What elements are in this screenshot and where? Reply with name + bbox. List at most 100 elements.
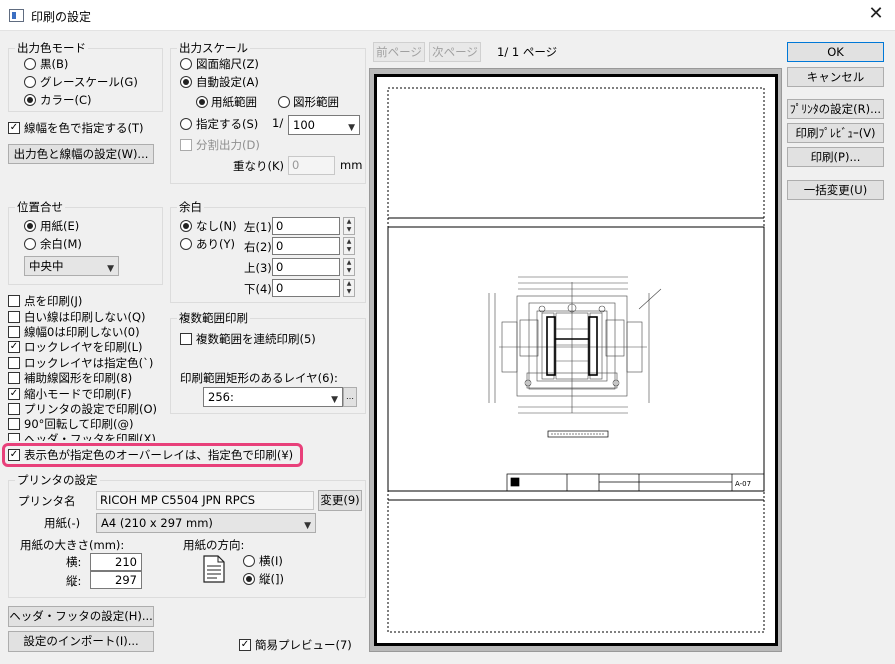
margin-right-spinner[interactable]: ▲ ▼ [343, 237, 355, 255]
printer-settings-print-checkbox[interactable] [8, 403, 20, 415]
page-info: 1/ 1 ページ [497, 45, 558, 59]
portrait-radio[interactable] [243, 573, 255, 585]
margin-bottom-label: 下(4) [244, 282, 272, 296]
margin-top-input[interactable]: 0 [272, 258, 340, 276]
scale-ratio-prefix: 1/ [272, 116, 284, 130]
output-scale-label: 出力スケール [177, 40, 250, 56]
rotate-90-label: 90°回転して印刷(@) [24, 417, 134, 431]
scale-ratio-value: 100 [293, 118, 315, 132]
color-black-radio[interactable] [24, 58, 36, 70]
no-white-lines-label: 白い線は印刷しない(Q) [24, 310, 146, 324]
scale-specify-radio[interactable] [180, 118, 192, 130]
chevron-down-icon: ▼ [107, 264, 114, 274]
color-gray-label: グレースケール(G) [40, 75, 138, 89]
margin-top-spinner[interactable]: ▲ ▼ [343, 258, 355, 276]
position-margin-radio[interactable] [24, 238, 36, 250]
output-color-settings-button[interactable]: 出力色と線幅の設定(W)... [8, 144, 154, 164]
margin-top-label: 上(3) [244, 261, 272, 275]
color-color-radio[interactable] [24, 94, 36, 106]
lock-layer-color-checkbox[interactable] [8, 357, 20, 369]
linewidth-color-label: 線幅を色で指定する(T) [24, 121, 144, 135]
chevron-down-icon: ▼ [331, 395, 338, 405]
preview-page: A-07 [374, 74, 778, 646]
no-zero-width-checkbox[interactable] [8, 326, 20, 338]
import-settings-button[interactable]: 設定のインポート(I)... [8, 631, 154, 652]
lock-layer-color-label: ロックレイヤは指定色(`) [24, 356, 154, 370]
print-points-label: 点を印刷(J) [24, 294, 83, 308]
close-icon[interactable]: ✕ [865, 4, 887, 26]
printer-name-field: RICOH MP C5504 JPN RPCS [96, 491, 314, 510]
paper-range-radio[interactable] [196, 96, 208, 108]
output-color-label: 出力色モード [15, 40, 88, 56]
app-icon [9, 9, 24, 22]
margin-left-spinner[interactable]: ▲ ▼ [343, 217, 355, 235]
change-printer-button[interactable]: 変更(9) [318, 490, 362, 511]
rotate-90-checkbox[interactable] [8, 418, 20, 430]
batch-change-button[interactable]: 一括変更(U) [787, 180, 884, 200]
scale-auto-radio[interactable] [180, 76, 192, 88]
header-footer-settings-button[interactable]: ヘッダ・フッタの設定(H)... [8, 606, 154, 627]
margin-bottom-spinner[interactable]: ▲ ▼ [343, 279, 355, 297]
print-button[interactable]: 印刷(P)... [787, 147, 884, 167]
range-layer-select[interactable]: 256: ▼ [203, 387, 343, 407]
layer-picker-button[interactable]: … [343, 387, 357, 407]
multi-range-label: 複数範囲印刷 [177, 310, 250, 326]
cancel-button[interactable]: キャンセル [787, 67, 884, 87]
linewidth-color-checkbox[interactable]: ✓ [8, 122, 20, 134]
ok-button[interactable]: OK [787, 42, 884, 62]
aux-lines-checkbox[interactable] [8, 372, 20, 384]
paper-value: A4 (210 x 297 mm) [101, 516, 213, 530]
aux-lines-label: 補助線図形を印刷(8) [24, 371, 133, 385]
no-white-lines-checkbox[interactable] [8, 311, 20, 323]
overlap-label: 重なり(K) [233, 159, 285, 173]
overlap-input[interactable]: 0 [288, 156, 335, 175]
align-value: 中央中 [29, 259, 64, 273]
print-header-footer-checkbox[interactable] [8, 433, 20, 441]
split-output-checkbox[interactable] [180, 139, 192, 151]
no-zero-width-label: 線幅0は印刷しない(0) [24, 325, 140, 339]
print-lock-layer-checkbox[interactable]: ✓ [8, 341, 20, 353]
paper-label: 用紙(-) [44, 516, 81, 530]
position-margin-label: 余白(M) [40, 237, 82, 251]
position-paper-radio[interactable] [24, 220, 36, 232]
landscape-radio[interactable] [243, 555, 255, 567]
portrait-label: 縦(]) [259, 572, 284, 586]
drawing-range-radio[interactable] [278, 96, 290, 108]
margin-exist-label: あり(Y) [196, 237, 235, 251]
page-icon [203, 555, 225, 586]
simple-preview-checkbox[interactable]: ✓ [239, 639, 251, 651]
margin-right-label: 右(2) [244, 240, 272, 254]
margin-right-input[interactable]: 0 [272, 237, 340, 255]
landscape-label: 横(I) [259, 554, 283, 568]
margin-exist-radio[interactable] [180, 238, 192, 250]
color-gray-radio[interactable] [24, 76, 36, 88]
color-color-label: カラー(C) [40, 93, 92, 107]
paper-height-label: 縦: [66, 574, 82, 588]
paper-select[interactable]: A4 (210 x 297 mm) ▼ [96, 513, 316, 533]
chevron-down-icon: ▼ [348, 123, 355, 133]
reduce-mode-checkbox[interactable]: ✓ [8, 388, 20, 400]
margin-left-input[interactable]: 0 [272, 217, 340, 235]
chevron-down-icon: ▼ [304, 521, 311, 531]
margin-none-radio[interactable] [180, 220, 192, 232]
continuous-print-checkbox[interactable] [180, 333, 192, 345]
print-points-checkbox[interactable] [8, 295, 20, 307]
range-layer-value: 256: [208, 390, 234, 404]
printer-name-label: プリンタ名 [18, 494, 76, 508]
printer-label: プリンタの設定 [15, 472, 100, 488]
prev-page-button[interactable]: 前ページ [373, 42, 425, 62]
scale-fit-label: 図面縮尺(Z) [196, 57, 259, 71]
scale-fit-radio[interactable] [180, 58, 192, 70]
printer-settings-button[interactable]: ﾌﾟﾘﾝﾀの設定(R)... [787, 99, 884, 119]
simple-preview-label: 簡易プレビュー(7) [255, 638, 352, 652]
paper-size-label: 用紙の大きさ(mm): [20, 538, 125, 552]
header-footer-row: ヘッダ・フッタを印刷(X) [0, 431, 300, 441]
next-page-button[interactable]: 次ページ [429, 42, 481, 62]
scale-specify-label: 指定する(S) [196, 117, 259, 131]
scale-ratio-select[interactable]: 100 ▼ [288, 115, 360, 135]
align-select[interactable]: 中央中 ▼ [24, 256, 119, 276]
print-preview-button[interactable]: 印刷ﾌﾟﾚﾋﾞｭｰ(V) [787, 123, 884, 143]
overlay-color-checkbox[interactable]: ✓ [8, 449, 20, 461]
color-black-label: 黒(B) [40, 57, 69, 71]
margin-bottom-input[interactable]: 0 [272, 279, 340, 297]
